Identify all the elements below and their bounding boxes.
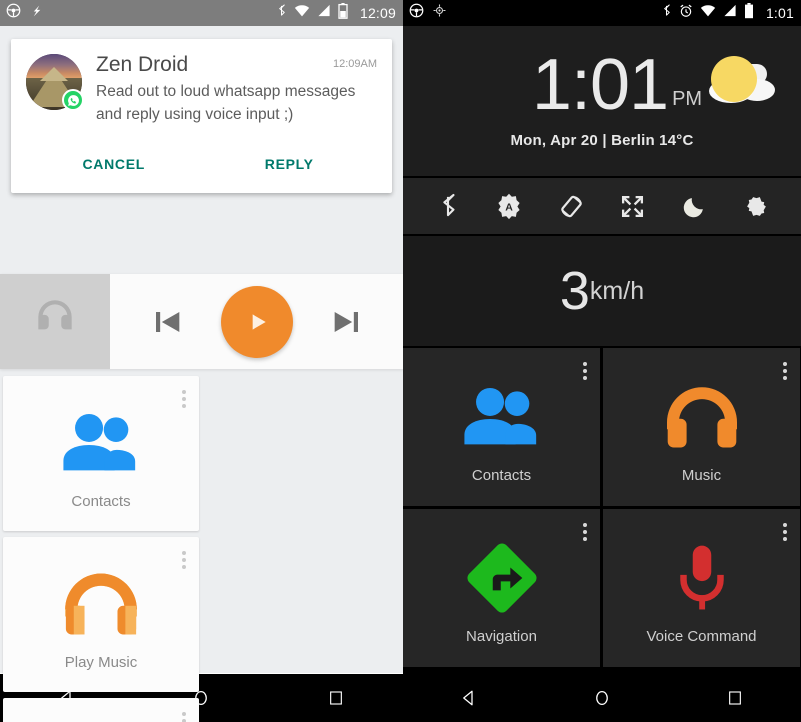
right-status-left-icons (409, 3, 446, 23)
play-music-headphones-icon (58, 558, 144, 650)
signal-icon (317, 4, 331, 22)
tile-navigation[interactable]: Navigation (403, 509, 600, 667)
wifi-icon (294, 4, 310, 22)
auto-brightness-toggle[interactable]: A (489, 186, 529, 226)
battery-icon (338, 2, 348, 24)
microphone-icon (672, 532, 732, 624)
overflow-menu-icon[interactable] (182, 390, 186, 408)
headphones-icon (660, 371, 744, 463)
battery-icon (744, 2, 754, 24)
right-app-tile-grid: Contacts Music Navigation Voice Command (403, 346, 801, 674)
sun-behind-cloud-icon (687, 50, 779, 120)
dual-screenshot-comparison: 12:09 Zen Droid 12:09AM Read out to loud… (0, 0, 801, 722)
navigation-arrow-icon (465, 532, 539, 624)
home-icon[interactable] (572, 689, 632, 707)
clock-time: 1:01 (531, 45, 669, 126)
overflow-menu-icon[interactable] (182, 551, 186, 569)
left-status-bar: 12:09 (0, 0, 403, 26)
tile-label: Voice Command (646, 627, 757, 645)
fullscreen-toggle[interactable] (613, 186, 653, 226)
notification-header: Zen Droid 12:09AM Read out to loud whats… (26, 53, 377, 126)
overflow-menu-icon[interactable] (583, 523, 587, 541)
reply-button[interactable]: REPLY (202, 142, 378, 190)
gps-crosshair-icon (433, 4, 446, 22)
date-location-weather: Mon, Apr 20 | Berlin 14°C (510, 131, 694, 149)
overflow-menu-icon[interactable] (182, 712, 186, 722)
overflow-menu-icon[interactable] (783, 362, 787, 380)
notification-card[interactable]: Zen Droid 12:09AM Read out to loud whats… (11, 39, 392, 193)
overflow-menu-icon[interactable] (583, 362, 587, 380)
steering-wheel-icon (409, 3, 424, 23)
notification-title: Zen Droid (96, 53, 189, 76)
do-not-disturb-toggle[interactable] (674, 186, 714, 226)
tile-label: Contacts (471, 466, 532, 484)
contacts-icon (60, 397, 142, 489)
recents-icon[interactable] (705, 690, 765, 706)
notification-container: Zen Droid 12:09AM Read out to loud whats… (0, 26, 403, 193)
right-phone-screen: 1:01 1:01 PM Mon, Apr 20 | Berlin 14°C A… (403, 0, 801, 722)
headphones-icon (30, 294, 80, 349)
tile-play-music[interactable]: Play Music (3, 537, 199, 692)
notification-body: Read out to loud whatsapp messages and r… (96, 83, 356, 123)
rotation-toggle[interactable] (551, 186, 591, 226)
quick-settings-toggles: A (403, 176, 801, 236)
back-icon[interactable] (439, 689, 499, 707)
whatsapp-icon (62, 89, 84, 111)
steering-wheel-icon (6, 3, 21, 23)
speed-value: 3 (559, 261, 590, 321)
bluetooth-icon (661, 3, 672, 23)
wifi-icon (700, 4, 716, 22)
overflow-menu-icon[interactable] (783, 523, 787, 541)
album-art-placeholder (0, 274, 110, 369)
bluetooth-toggle[interactable] (428, 186, 468, 226)
left-status-left-icons (6, 3, 43, 23)
right-navigation-bar (403, 674, 801, 722)
tile-contacts[interactable]: Contacts (403, 348, 600, 506)
notification-text: Zen Droid 12:09AM Read out to loud whats… (96, 53, 377, 126)
tile-contacts[interactable]: Contacts (3, 376, 199, 531)
svg-text:A: A (506, 202, 514, 214)
left-phone-screen: 12:09 Zen Droid 12:09AM Read out to loud… (0, 0, 403, 722)
next-track-button[interactable] (328, 302, 368, 342)
lightning-bolt-icon (30, 4, 43, 23)
settings-toggle[interactable] (736, 186, 776, 226)
contacts-icon (461, 371, 543, 463)
app-tile-grid: Contacts Play Music (0, 376, 403, 722)
speed-unit: km/h (589, 276, 645, 305)
tile-label: Contacts (71, 493, 131, 510)
bluetooth-icon (276, 3, 287, 23)
right-status-clock: 1:01 (765, 5, 794, 21)
tile-navigation[interactable]: Navigation (3, 698, 199, 722)
tile-label: Music (681, 466, 722, 484)
tile-music[interactable]: Music (603, 348, 800, 506)
media-player-bar (0, 274, 403, 369)
tile-label: Play Music (64, 654, 138, 671)
notification-actions: CANCEL REPLY (26, 142, 377, 193)
cancel-button[interactable]: CANCEL (26, 142, 202, 190)
avatar (26, 54, 84, 111)
tile-voice-command[interactable]: Voice Command (603, 509, 800, 667)
left-status-right-icons: 12:09 (276, 2, 396, 24)
tile-label: Navigation (466, 627, 537, 645)
media-controls (110, 285, 403, 358)
left-status-clock: 12:09 (359, 5, 396, 21)
signal-icon (723, 4, 737, 22)
speedometer: 3 km/h (403, 236, 801, 346)
clock-weather-widget[interactable]: 1:01 PM Mon, Apr 20 | Berlin 14°C (403, 26, 801, 176)
notification-timestamp: 12:09AM (332, 58, 377, 70)
previous-track-button[interactable] (146, 302, 186, 342)
left-phone-body: Zen Droid 12:09AM Read out to loud whats… (0, 26, 403, 722)
right-status-bar: 1:01 (403, 0, 801, 26)
right-status-right-icons: 1:01 (661, 2, 794, 24)
alarm-icon (679, 4, 693, 23)
play-button[interactable] (220, 285, 293, 358)
